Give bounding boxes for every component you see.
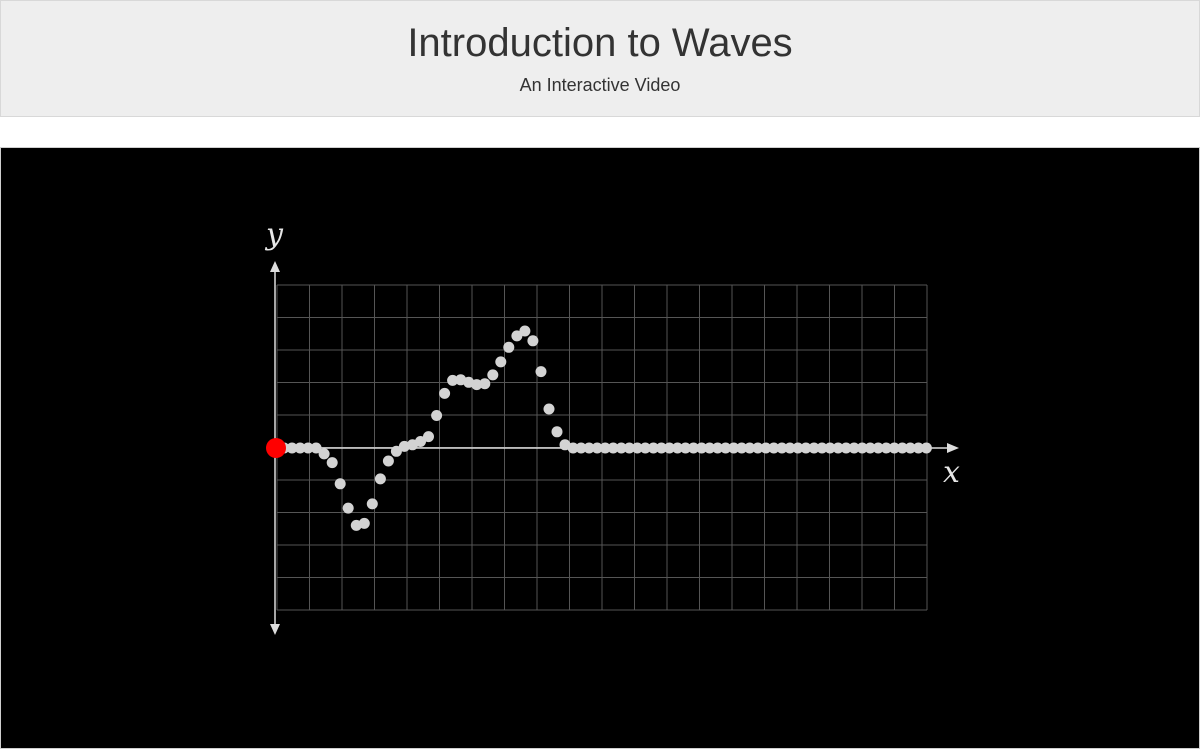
wave-particle (326, 457, 338, 469)
wave-particle (439, 387, 451, 399)
wave-particle (503, 341, 515, 353)
y-axis-label: y (264, 217, 284, 252)
page-subtitle: An Interactive Video (519, 75, 681, 95)
y-axis-up-arrow-icon (270, 261, 280, 272)
x-axis-arrow-icon (947, 443, 959, 453)
page-header: Introduction to Waves An Interactive Vid… (0, 0, 1200, 117)
y-axis-down-arrow-icon (270, 624, 280, 635)
wave-particle (479, 378, 491, 390)
wave-particle (519, 325, 531, 337)
wave-particles (278, 325, 932, 531)
source-marker[interactable] (266, 438, 286, 458)
wave-canvas[interactable]: x y (1, 148, 1199, 748)
wave-particle (366, 498, 378, 510)
wave-particle (358, 517, 370, 529)
wave-particle (334, 478, 346, 490)
wave-particle (342, 502, 354, 514)
page-title: Introduction to Waves (407, 21, 793, 65)
x-axis-label: x (943, 455, 960, 490)
wave-particle (382, 455, 394, 467)
wave-video-player[interactable]: x y (0, 147, 1200, 749)
wave-particle (920, 442, 932, 454)
wave-particle (487, 369, 499, 381)
wave-particle (543, 403, 555, 415)
wave-particle (495, 356, 507, 368)
wave-particle (431, 410, 443, 421)
wave-particle (551, 426, 563, 438)
wave-particle (527, 335, 539, 347)
wave-particle (423, 431, 434, 443)
wave-particle (318, 448, 330, 460)
axes: x y (264, 217, 960, 635)
wave-particle (374, 473, 386, 485)
wave-particle (535, 366, 547, 378)
